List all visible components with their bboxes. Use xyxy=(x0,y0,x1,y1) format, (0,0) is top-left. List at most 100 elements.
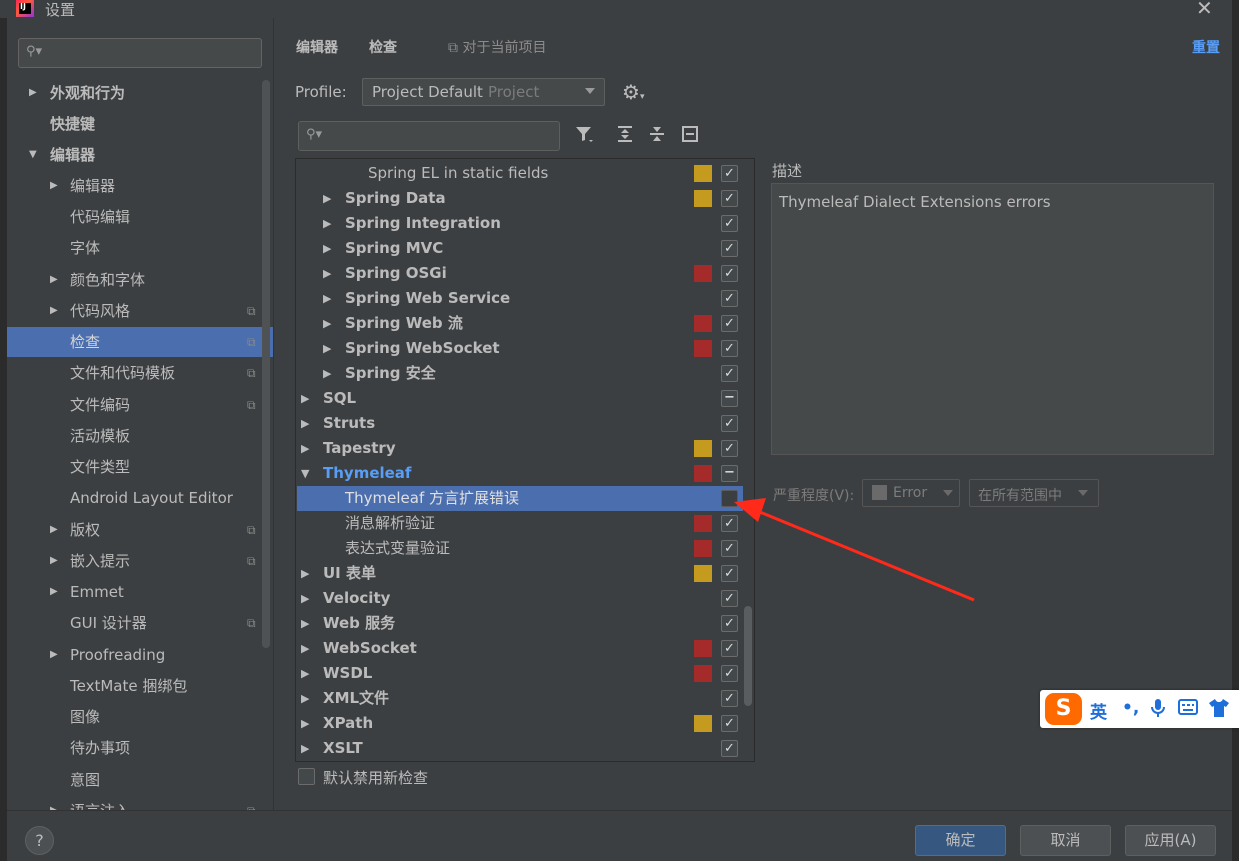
inspection-row[interactable]: Thymeleaf 方言扩展错误 xyxy=(297,486,743,511)
reset-link[interactable]: 重置 xyxy=(1192,37,1220,57)
inspection-row[interactable]: ▶ WebSocket ✓ xyxy=(297,636,743,661)
chevron-right-icon[interactable]: ▶ xyxy=(50,546,58,576)
expand-all-icon[interactable] xyxy=(615,124,635,149)
chevron-right-icon[interactable]: ▶ xyxy=(323,186,331,211)
inspection-row[interactable]: ▶ XSLT ✓ xyxy=(297,736,743,761)
inspection-search-input[interactable]: ⚲▾ xyxy=(298,121,560,151)
sidebar-item[interactable]: ▶ 语言注入 ⧉ xyxy=(14,796,268,810)
inspection-row[interactable]: ▶ WSDL ✓ xyxy=(297,661,743,686)
chevron-right-icon[interactable]: ▶ xyxy=(323,261,331,286)
inspection-checkbox[interactable]: ✓ xyxy=(721,315,738,332)
chevron-right-icon[interactable]: ▶ xyxy=(50,796,58,810)
profile-dropdown[interactable]: Project Default Project xyxy=(362,78,605,106)
chevron-right-icon[interactable]: ▶ xyxy=(323,336,331,361)
sidebar-item[interactable]: 意图 xyxy=(14,765,268,795)
chevron-right-icon[interactable]: ▶ xyxy=(50,171,58,201)
sidebar-item[interactable]: ▶ 颜色和字体 xyxy=(14,265,268,295)
sidebar-item[interactable]: 检查 ⧉ xyxy=(7,327,273,357)
chevron-right-icon[interactable]: ▶ xyxy=(50,296,58,326)
help-button[interactable]: ? xyxy=(25,826,54,855)
inspection-checkbox[interactable]: ✓ xyxy=(721,265,738,282)
inspection-row[interactable]: 消息解析验证 ✓ xyxy=(297,511,743,536)
chevron-right-icon[interactable]: ▶ xyxy=(50,265,58,295)
chevron-down-icon[interactable]: ▼ xyxy=(29,140,37,170)
sidebar-item[interactable]: 待办事项 xyxy=(14,733,268,763)
sidebar-scrollbar[interactable] xyxy=(262,80,270,648)
chevron-right-icon[interactable]: ▶ xyxy=(301,661,309,686)
inspection-row[interactable]: ▶ XML文件 ✓ xyxy=(297,686,743,711)
inspection-row[interactable]: ▶ UI 表单 ✓ xyxy=(297,561,743,586)
inspection-row[interactable]: ▶ SQL − xyxy=(297,386,743,411)
gear-icon[interactable]: ⚙▾ xyxy=(622,80,644,104)
chevron-right-icon[interactable]: ▶ xyxy=(301,736,309,761)
sidebar-item[interactable]: Android Layout Editor xyxy=(14,483,268,513)
ime-toolbar[interactable]: S 英 •, xyxy=(1040,690,1239,728)
breadcrumb-editor[interactable]: 编辑器 xyxy=(296,37,338,57)
inspection-row[interactable]: ▶ Web 服务 ✓ xyxy=(297,611,743,636)
chevron-right-icon[interactable]: ▶ xyxy=(323,211,331,236)
sidebar-item[interactable]: ▶ 代码风格 ⧉ xyxy=(14,296,268,326)
scope-dropdown[interactable]: 在所有范围中 xyxy=(969,479,1099,507)
keyboard-icon[interactable] xyxy=(1178,698,1198,721)
chevron-down-icon[interactable]: ▼ xyxy=(301,461,309,486)
chevron-right-icon[interactable]: ▶ xyxy=(301,561,309,586)
chevron-right-icon[interactable]: ▶ xyxy=(323,286,331,311)
sidebar-item[interactable]: ▶ Proofreading xyxy=(14,640,268,670)
filter-icon[interactable] xyxy=(574,124,594,149)
chevron-right-icon[interactable]: ▶ xyxy=(29,78,37,108)
inspection-row[interactable]: Spring EL in static fields ✓ xyxy=(297,161,743,186)
inspection-checkbox[interactable]: ✓ xyxy=(721,690,738,707)
inspection-checkbox[interactable]: ✓ xyxy=(721,640,738,657)
disable-new-inspections-label[interactable]: 默认禁用新检查 xyxy=(323,767,428,788)
chevron-right-icon[interactable]: ▶ xyxy=(301,436,309,461)
sidebar-item[interactable]: TextMate 捆绑包 xyxy=(14,671,268,701)
inspection-checkbox[interactable]: ✓ xyxy=(721,240,738,257)
chevron-right-icon[interactable]: ▶ xyxy=(323,311,331,336)
tree-scrollbar[interactable] xyxy=(744,606,752,706)
inspection-row[interactable]: ▶ Spring WebSocket ✓ xyxy=(297,336,743,361)
cancel-button[interactable]: 取消 xyxy=(1020,825,1111,856)
inspection-checkbox[interactable]: ✓ xyxy=(721,165,738,182)
sogou-logo[interactable]: S xyxy=(1045,693,1082,725)
inspection-checkbox[interactable]: ✓ xyxy=(721,440,738,457)
close-window-icon[interactable]: ✕ xyxy=(1196,0,1213,20)
chevron-right-icon[interactable]: ▶ xyxy=(50,640,58,670)
inspection-checkbox[interactable]: − xyxy=(721,465,738,482)
inspection-row[interactable]: ▶ Spring MVC ✓ xyxy=(297,236,743,261)
inspection-checkbox[interactable]: ✓ xyxy=(721,190,738,207)
inspection-row[interactable]: ▶ Spring OSGi ✓ xyxy=(297,261,743,286)
inspection-checkbox[interactable]: ✓ xyxy=(721,340,738,357)
sidebar-item[interactable]: ▶ 嵌入提示 ⧉ xyxy=(14,546,268,576)
inspection-checkbox[interactable]: ✓ xyxy=(721,415,738,432)
chevron-right-icon[interactable]: ▶ xyxy=(301,411,309,436)
chevron-right-icon[interactable]: ▶ xyxy=(323,236,331,261)
inspection-checkbox[interactable]: ✓ xyxy=(721,740,738,757)
inspection-row[interactable]: ▶ Spring 安全 ✓ xyxy=(297,361,743,386)
inspection-row[interactable]: ▶ XPath ✓ xyxy=(297,711,743,736)
inspection-row[interactable]: 表达式变量验证 ✓ xyxy=(297,536,743,561)
sidebar-item[interactable]: ▶ Emmet xyxy=(14,577,268,607)
microphone-icon[interactable] xyxy=(1150,698,1166,723)
chevron-right-icon[interactable]: ▶ xyxy=(301,686,309,711)
sidebar-item[interactable]: GUI 设计器 ⧉ xyxy=(14,608,268,638)
inspection-row[interactable]: ▶ Spring Integration ✓ xyxy=(297,211,743,236)
sidebar-item[interactable]: 文件类型 xyxy=(14,452,268,482)
inspection-row[interactable]: ▶ Spring Web 流 ✓ xyxy=(297,311,743,336)
sidebar-item[interactable]: ▼ 编辑器 xyxy=(14,140,268,170)
inspection-row[interactable]: ▶ Spring Web Service ✓ xyxy=(297,286,743,311)
apply-button[interactable]: 应用(A) xyxy=(1125,825,1216,856)
sidebar-item[interactable]: 文件编码 ⧉ xyxy=(14,390,268,420)
chevron-right-icon[interactable]: ▶ xyxy=(323,361,331,386)
sidebar-item[interactable]: 代码编辑 xyxy=(14,202,268,232)
disable-new-inspections-checkbox[interactable] xyxy=(298,768,315,785)
sidebar-item[interactable]: 图像 xyxy=(14,702,268,732)
inspection-checkbox[interactable]: ✓ xyxy=(721,290,738,307)
inspection-row[interactable]: ▶ Velocity ✓ xyxy=(297,586,743,611)
chevron-right-icon[interactable]: ▶ xyxy=(301,586,309,611)
chevron-right-icon[interactable]: ▶ xyxy=(301,636,309,661)
sidebar-item[interactable]: 快捷键 xyxy=(14,109,268,139)
inspection-checkbox[interactable]: ✓ xyxy=(721,665,738,682)
sidebar-item[interactable]: 字体 xyxy=(14,233,268,263)
restore-icon[interactable] xyxy=(680,124,700,149)
sidebar-item[interactable]: ▶ 编辑器 xyxy=(14,171,268,201)
